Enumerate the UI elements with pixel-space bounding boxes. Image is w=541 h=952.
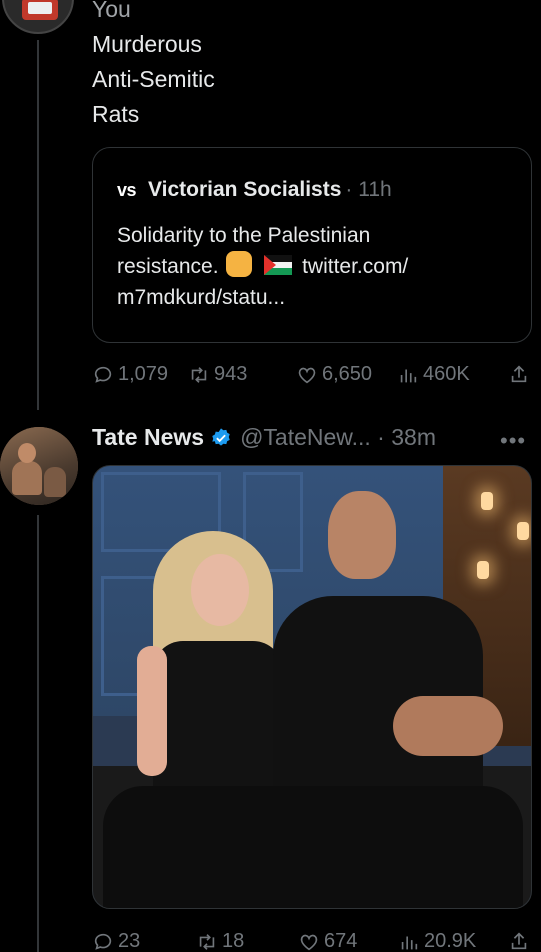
palestine-flag-emoji-icon [264,255,293,275]
tweet-photo[interactable] [92,465,532,909]
reply-button[interactable]: 1,079 [92,363,168,386]
like-button[interactable]: 6,650 [296,363,372,386]
like-icon [300,934,318,950]
quote-timestamp: · 11h [345,178,392,201]
verified-icon [212,427,230,446]
thread-line-top [37,40,39,410]
author-handle-time: @TateNew... · 38m [240,424,436,450]
more-options-icon[interactable]: ••• [500,428,526,454]
reply-button[interactable]: 23 [92,930,140,952]
share-icon [511,365,527,383]
retweet-button[interactable]: 18 [196,930,244,952]
reply-count: 23 [118,930,141,952]
share-button[interactable] [508,363,534,385]
victorian-socialists-logo: vs [117,179,137,200]
retweet-count: 943 [214,363,248,385]
quote-line: Solidarity to the Palestinian [117,224,371,247]
like-button[interactable]: 674 [298,930,357,952]
avatar-first-user[interactable] [2,0,74,34]
views-count: 460K [423,363,470,385]
tweet-line: You [92,0,131,22]
avatar-tate-news[interactable] [0,427,78,505]
views-button[interactable]: 20.9K [398,930,476,952]
retweet-button[interactable]: 943 [188,363,247,386]
reply-icon [94,366,112,383]
share-icon [511,932,527,950]
thread-line-bottom [37,515,39,952]
views-button[interactable]: 460K [397,363,470,386]
retweet-icon [191,366,207,383]
tweet-header: Tate News @TateNew... · 38m [92,424,436,451]
quote-link-continued[interactable]: m7mdkurd/statu... [117,282,408,313]
author-name[interactable]: Tate News [92,424,204,451]
like-icon [298,367,316,383]
tweet-text: You Murderous Anti-Semitic Rats [92,0,215,132]
retweet-icon [199,933,215,950]
like-count: 6,650 [322,363,373,385]
tweet-line: Rats [92,101,140,127]
views-icon [400,369,417,382]
retweet-count: 18 [222,930,245,952]
tweet-line: Anti-Semitic [92,66,215,92]
quote-line: resistance. twitter.com/ [117,251,408,282]
views-icon [401,936,418,949]
raised-fist-emoji-icon [226,251,253,277]
views-count: 20.9K [424,930,477,952]
like-count: 674 [324,930,358,952]
share-button[interactable] [508,930,534,952]
quote-author-name[interactable]: Victorian Socialists [148,178,341,202]
reply-count: 1,079 [118,363,169,385]
quoted-tweet-card[interactable]: vs Victorian Socialists · 11h Solidarity… [92,147,532,343]
quote-body: Solidarity to the Palestinian resistance… [117,220,408,313]
reply-icon [94,933,112,950]
quote-text: resistance. [117,255,219,278]
tweet-line: Murderous [92,31,202,57]
quote-link[interactable]: twitter.com/ [302,255,408,278]
